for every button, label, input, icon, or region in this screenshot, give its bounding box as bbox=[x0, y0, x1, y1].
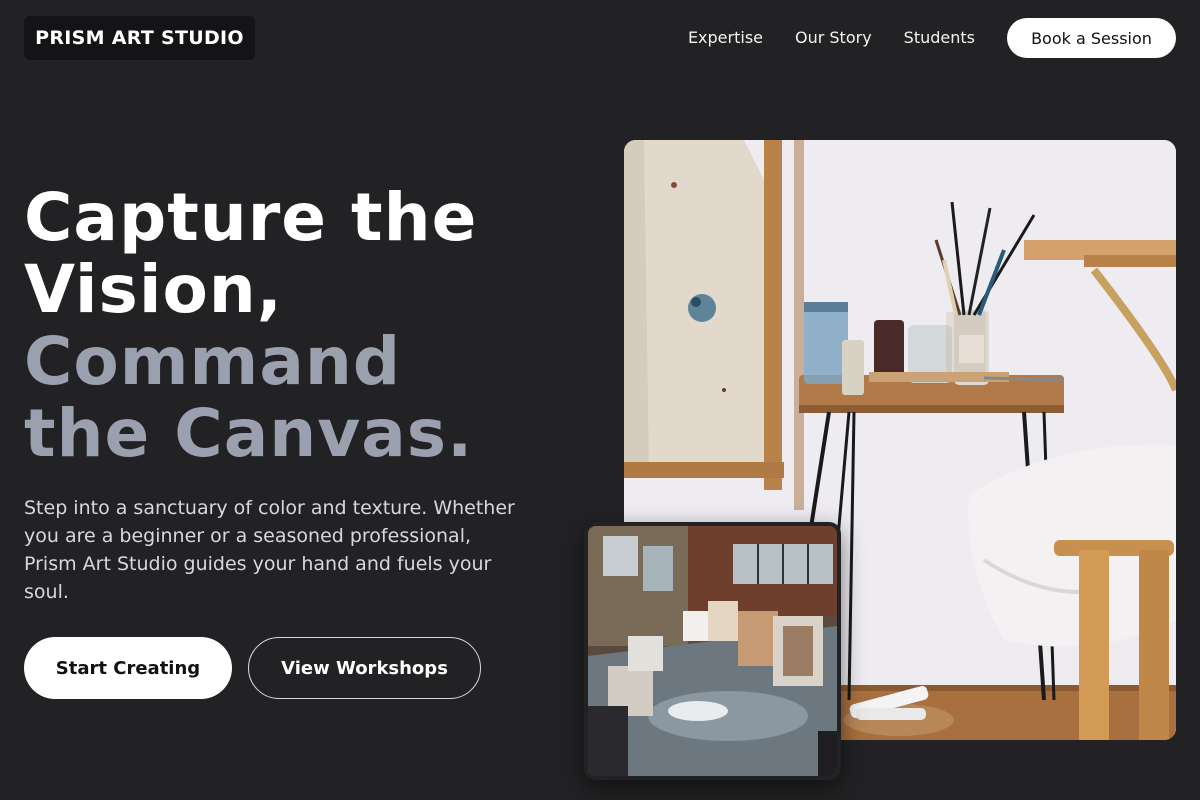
start-creating-button[interactable]: Start Creating bbox=[24, 637, 232, 699]
nav-link-students[interactable]: Students bbox=[904, 18, 975, 58]
headline-line-3: Command bbox=[24, 323, 402, 400]
nav-link-expertise[interactable]: Expertise bbox=[688, 18, 763, 58]
main-nav: Expertise Our Story Students Book a Sess… bbox=[688, 18, 1176, 58]
hero-headline: Capture the Vision, Command the Canvas. bbox=[24, 182, 584, 470]
view-workshops-button[interactable]: View Workshops bbox=[248, 637, 481, 699]
headline-line-1: Capture the bbox=[24, 179, 478, 256]
brand-logo[interactable]: PRISM ART STUDIO bbox=[24, 16, 255, 60]
headline-line-4: the Canvas. bbox=[24, 395, 474, 472]
book-session-button[interactable]: Book a Session bbox=[1007, 18, 1176, 58]
hero-subtitle: Step into a sanctuary of color and textu… bbox=[24, 497, 515, 603]
headline-line-2: Vision, bbox=[24, 251, 283, 328]
studio-photo-small bbox=[584, 522, 841, 780]
nav-link-our-story[interactable]: Our Story bbox=[795, 18, 872, 58]
